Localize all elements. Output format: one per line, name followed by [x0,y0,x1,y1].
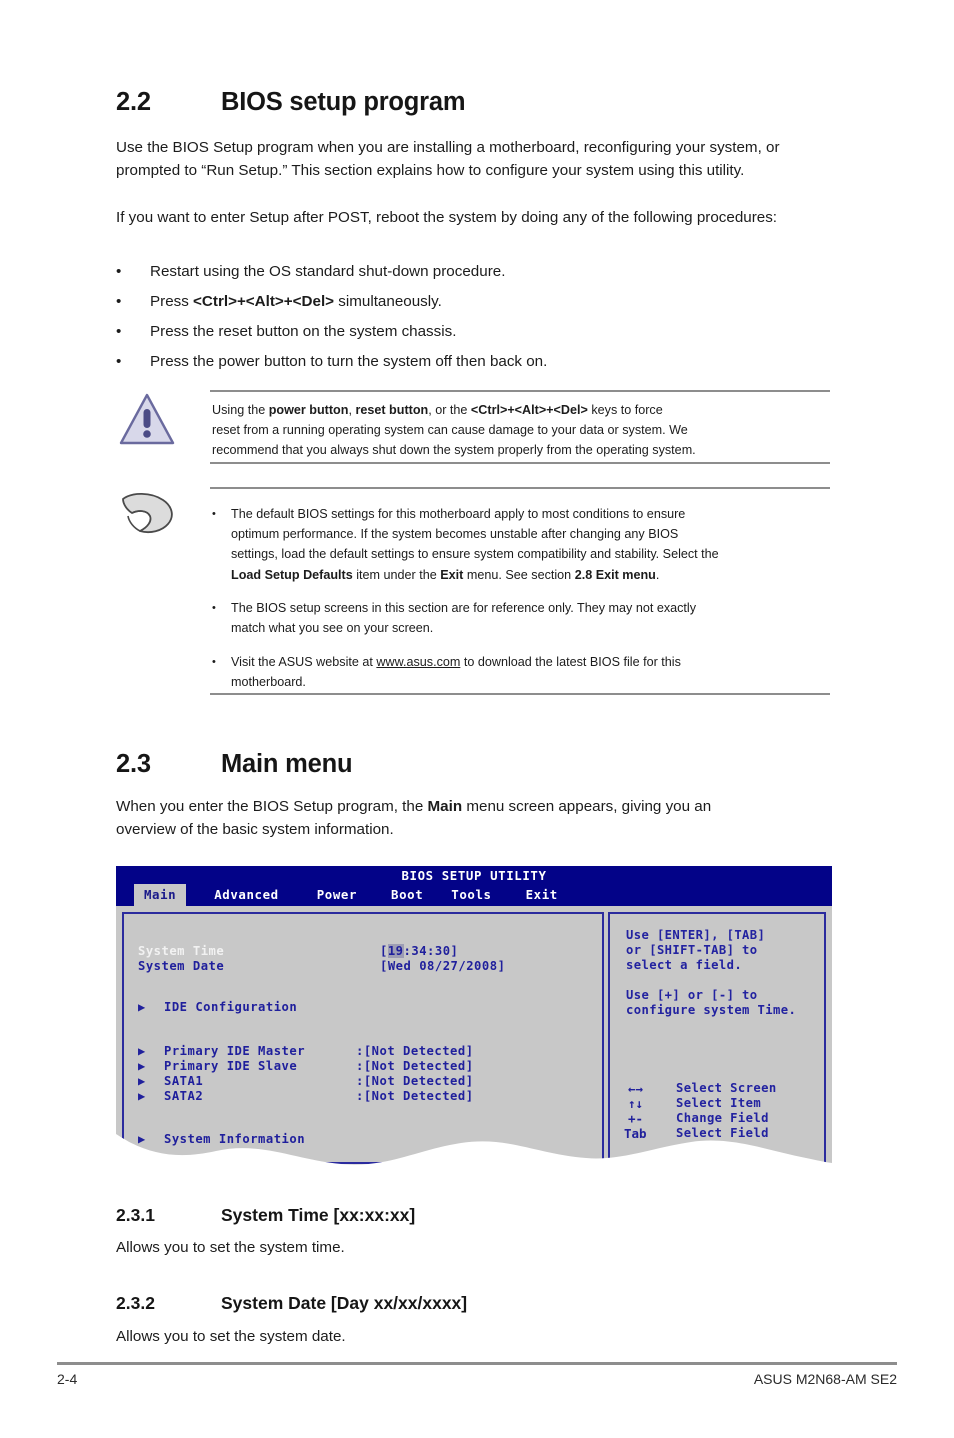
asus-website-link[interactable]: www.asus.com [376,655,460,669]
tab-main[interactable]: Main [134,884,187,906]
submenu-arrow-icon: ▶ [138,1074,146,1088]
time-hour-cursor: 19 [387,944,404,958]
pointing-hand-icon [118,490,178,538]
list-item: • Press the reset button on the system c… [116,320,456,343]
bios-left-pane: System Time [19:34:30] System Date [Wed … [122,912,604,1164]
footer-product-name: ASUS M2N68-AM SE2 [753,1371,897,1387]
bullet-marker: • [212,602,216,614]
bullet-marker: • [212,656,216,668]
menu-item-primary-ide-master[interactable]: Primary IDE Master [164,1044,305,1058]
bios-setup-screenshot: BIOS SETUP UTILITY Main Advanced Power B… [116,866,832,1168]
section-2-3-paragraph: When you enter the BIOS Setup program, t… [116,798,712,839]
value-primary-ide-slave: :[Not Detected] [356,1059,474,1073]
section-heading-2-2: 2.2 BIOS setup program [116,88,466,117]
plus-minus-key-icon: +- [628,1111,644,1126]
divider [210,390,830,392]
info-note-item-text: The BIOS setup screens in this section a… [231,601,697,636]
menu-item-ide-configuration[interactable]: IDE Configuration [164,1000,297,1014]
footer-divider [57,1362,897,1365]
menu-item-primary-ide-slave[interactable]: Primary IDE Slave [164,1059,297,1073]
help-line: or [SHIFT-TAB] to [626,943,758,957]
list-item: • Press <Ctrl>+<Alt>+<Del> simultaneousl… [116,290,442,313]
menu-item-sata2[interactable]: SATA2 [164,1089,203,1103]
section-2-3-1-body: Allows you to set the system time. [116,1239,345,1256]
help-line: configure system Time. [626,1003,797,1017]
bullet-marker: • [116,263,122,280]
list-item: • Restart using the OS standard shut-dow… [116,260,505,283]
bullet-marker: • [116,293,122,310]
section-heading-2-3: 2.3 Main menu [116,750,353,779]
page-number: 2-4 [57,1371,78,1387]
help-line: select a field. [626,958,743,972]
warning-triangle-icon [118,392,176,448]
list-item-text: Press the power button to turn the syste… [150,353,548,370]
field-value-system-date[interactable]: [Wed 08/27/2008] [380,959,505,973]
bios-tab-bar: Main Advanced Power Boot Tools Exit [134,884,568,906]
legend-change-field: Change Field [676,1111,769,1125]
bios-body: System Time [19:34:30] System Date [Wed … [116,906,832,1168]
submenu-arrow-icon: ▶ [138,1044,146,1058]
section-number: 2.3 [116,750,151,778]
info-note-item: • The default BIOS settings for this mot… [212,504,830,585]
field-label-system-time[interactable]: System Time [138,944,224,958]
section-heading-2-3-2: 2.3.2 System Date [Day xx/xx/xxxx] [116,1293,467,1314]
bios-utility-title: BIOS SETUP UTILITY [401,868,547,883]
section-2-2-paragraph-1: Use the BIOS Setup program when you are … [116,139,780,180]
value-primary-ide-master: :[Not Detected] [356,1044,474,1058]
field-value-system-time[interactable]: [19:34:30] [380,944,458,958]
bullet-marker: • [212,508,216,520]
info-note-item: • The BIOS setup screens in this section… [212,598,830,638]
list-item: • Press the power button to turn the sys… [116,350,547,373]
info-note-item: • Visit the ASUS website at www.asus.com… [212,652,830,692]
divider [210,487,830,489]
info-note-item-text: Visit the ASUS website at www.asus.com t… [231,655,681,690]
arrow-up-down-icon: ↑↓ [628,1096,644,1111]
value-sata2: :[Not Detected] [356,1089,474,1103]
help-line: Use [ENTER], [TAB] [626,928,766,942]
legend-select-item: Select Item [676,1096,762,1110]
legend-select-screen: Select Screen [676,1081,777,1095]
legend-select-field: Select Field [676,1126,769,1140]
tab-boot[interactable]: Boot [381,884,433,906]
info-note-item-text: The default BIOS settings for this mothe… [231,507,719,582]
help-line: Use [+] or [-] to [626,988,758,1002]
submenu-arrow-icon: ▶ [138,1132,146,1146]
bullet-marker: • [116,353,122,370]
list-item-text: Press <Ctrl>+<Alt>+<Del> simultaneously. [150,293,442,310]
divider [210,693,830,695]
list-item-text: Press the reset button on the system cha… [150,323,457,340]
tab-advanced[interactable]: Advanced [204,884,288,906]
list-item-text: Restart using the OS standard shut-down … [150,263,506,280]
section-number: 2.3.2 [116,1293,155,1313]
section-number: 2.3.1 [116,1205,155,1225]
bios-help-pane: Use [ENTER], [TAB] or [SHIFT-TAB] to sel… [608,912,826,1164]
warning-note-text: Using the power button, reset button, or… [212,403,696,458]
submenu-arrow-icon: ▶ [138,1089,146,1103]
section-title: System Time [xx:xx:xx] [221,1205,416,1225]
document-page: 2.2 BIOS setup program Use the BIOS Setu… [0,0,954,1438]
section-number: 2.2 [116,88,151,116]
value-sata1: :[Not Detected] [356,1074,474,1088]
submenu-arrow-icon: ▶ [138,1000,146,1014]
section-title: System Date [Day xx/xx/xxxx] [221,1293,468,1313]
menu-item-system-information[interactable]: System Information [164,1132,305,1146]
tab-key-icon: Tab [624,1126,647,1141]
tab-power[interactable]: Power [307,884,367,906]
arrow-left-right-icon: ←→ [628,1081,644,1096]
section-title: Main menu [221,750,353,778]
submenu-arrow-icon: ▶ [138,1059,146,1073]
section-2-2-paragraph-2: If you want to enter Setup after POST, r… [116,209,778,226]
divider [210,462,830,464]
tab-exit[interactable]: Exit [516,884,568,906]
bullet-marker: • [116,323,122,340]
section-title: BIOS setup program [221,88,466,116]
field-label-system-date[interactable]: System Date [138,959,224,973]
section-heading-2-3-1: 2.3.1 System Time [xx:xx:xx] [116,1205,415,1226]
tab-tools[interactable]: Tools [441,884,501,906]
section-2-3-2-body: Allows you to set the system date. [116,1328,346,1345]
menu-item-sata1[interactable]: SATA1 [164,1074,203,1088]
